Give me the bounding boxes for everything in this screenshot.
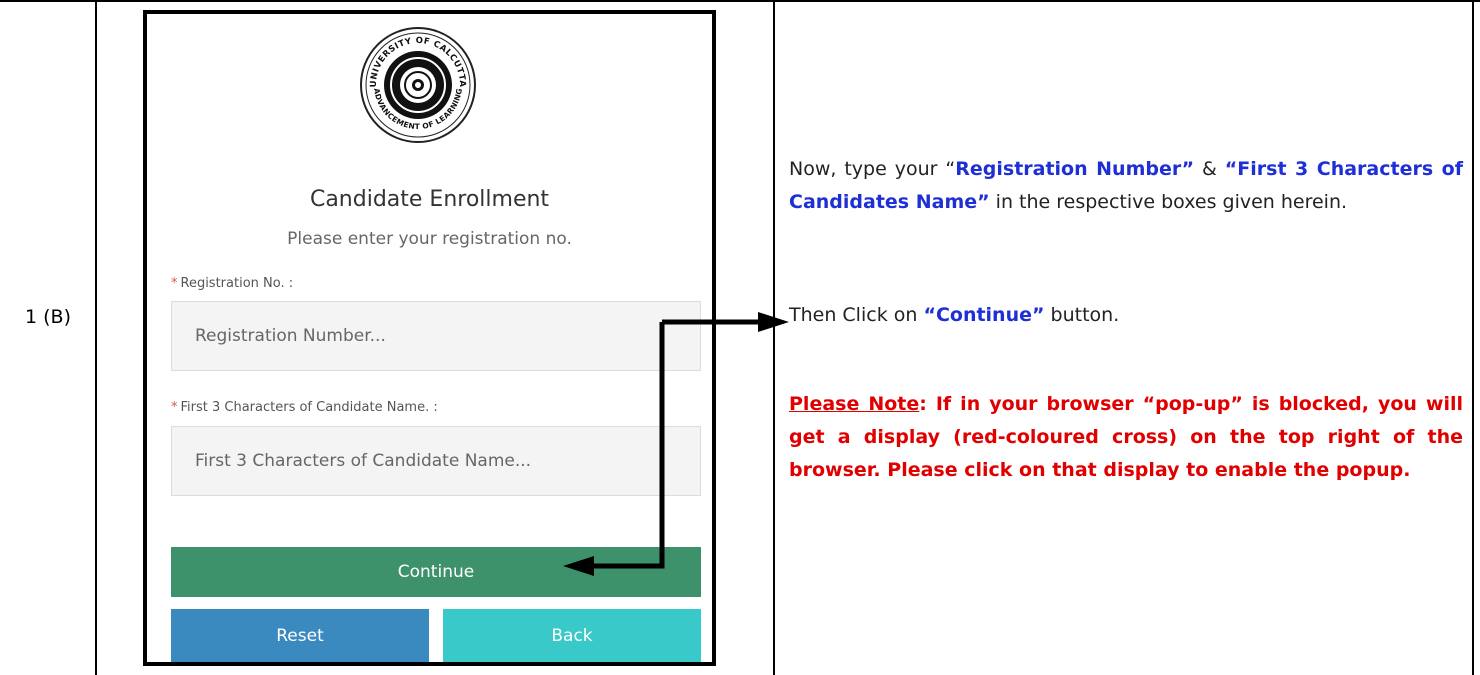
reset-button[interactable]: Reset <box>171 609 429 662</box>
registration-label: * Registration No. : <box>171 276 293 291</box>
continue-button[interactable]: Continue <box>171 547 701 597</box>
candidate-name-label-text: First 3 Characters of Candidate Name. : <box>180 400 438 415</box>
registration-number-input[interactable] <box>171 301 701 371</box>
candidate-name-input[interactable] <box>171 426 701 496</box>
form-title: Candidate Enrollment <box>309 187 550 212</box>
registration-label-text: Registration No. : <box>180 276 294 291</box>
column-divider-middle <box>773 0 775 675</box>
university-seal-icon: UNIVERSITY OF CALCUTTA ADVANCEMENT OF LE… <box>360 27 476 143</box>
form-subtitle: Please enter your registration no. <box>287 229 572 249</box>
required-asterisk: * <box>171 276 178 291</box>
enrollment-form-screenshot: UNIVERSITY OF CALCUTTA ADVANCEMENT OF LE… <box>143 10 716 666</box>
candidate-name-label: * First 3 Characters of Candidate Name. : <box>171 400 438 415</box>
column-divider-right <box>1472 0 1474 675</box>
popup-note: Please Note: If in your browser “pop-up”… <box>789 393 1463 481</box>
step-number: 1 (B) <box>25 306 71 328</box>
required-asterisk: * <box>171 400 178 415</box>
back-button[interactable]: Back <box>443 609 701 662</box>
please-note-label: Please Note <box>789 393 920 415</box>
instruction-paragraph-continue: Then Click on “Continue” button. <box>789 304 1120 326</box>
row-top-border <box>0 0 1480 2</box>
column-divider-left <box>95 0 97 675</box>
instruction-paragraph-type: Now, type your “Registration Number” & “… <box>789 158 1463 213</box>
